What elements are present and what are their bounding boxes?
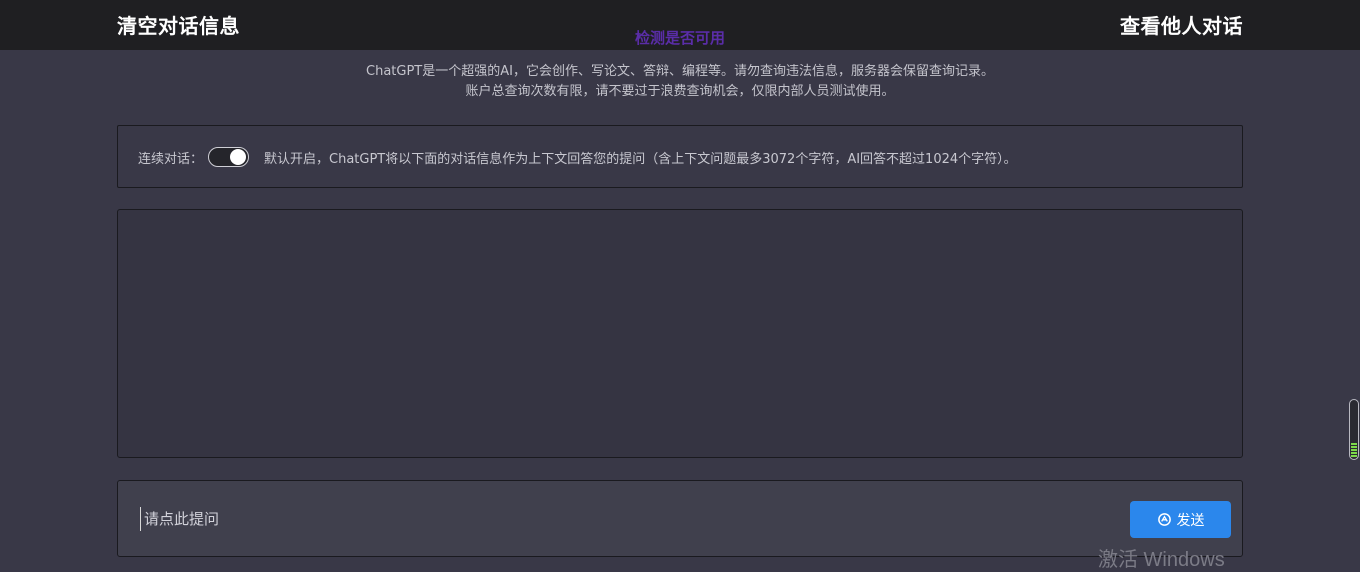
question-input[interactable] [140, 507, 1100, 531]
notice-line-2: 账户总查询次数有限，请不要过于浪费查询机会，仅限内部人员测试使用。 [465, 84, 895, 99]
windows-activation-watermark: 激活 Windows [1098, 549, 1225, 571]
notice-line-1: ChatGPT是一个超强的AI，它会创作、写论文、答辩、编程等。请勿查询违法信息… [366, 64, 994, 79]
toggle-knob [230, 149, 246, 165]
continuous-chat-panel: 连续对话： 默认开启，ChatGPT将以下面的对话信息作为上下文回答您的提问（含… [117, 125, 1243, 188]
continuous-chat-toggle[interactable] [208, 147, 249, 167]
send-button-label: 发送 [1176, 512, 1205, 529]
conversation-area [117, 209, 1243, 458]
check-availability-link[interactable]: 检测是否可用 [0, 27, 1360, 48]
question-panel: 发送 [117, 480, 1243, 557]
notice-text: ChatGPT是一个超强的AI，它会创作、写论文、答辩、编程等。请勿查询违法信息… [0, 62, 1360, 102]
openai-icon [1157, 513, 1171, 526]
side-level-fill [1351, 443, 1357, 457]
send-button[interactable]: 发送 [1130, 501, 1231, 538]
side-level-widget[interactable] [1349, 399, 1359, 460]
continuous-chat-label: 连续对话： [138, 152, 204, 167]
continuous-chat-description: 默认开启，ChatGPT将以下面的对话信息作为上下文回答您的提问（含上下文问题最… [264, 152, 1017, 167]
